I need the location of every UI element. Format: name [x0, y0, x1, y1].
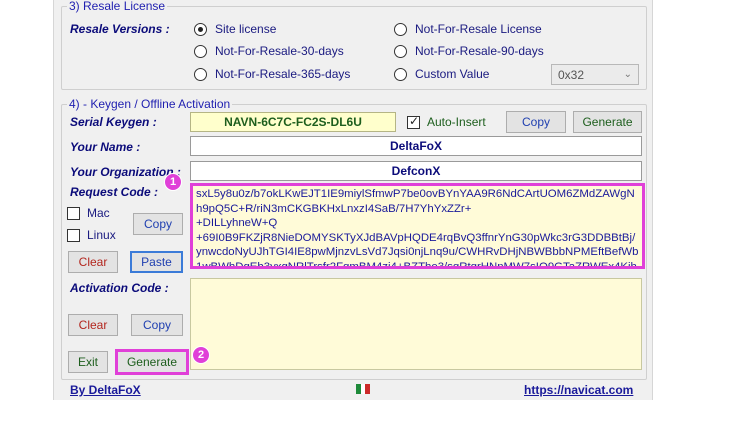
navicat-url-link[interactable]: https://navicat.com: [524, 383, 633, 397]
radio-button[interactable]: [194, 44, 207, 58]
resale-versions-label: Resale Versions :: [70, 22, 170, 36]
radio-label: Not-For-Resale-365-days: [215, 67, 351, 81]
serial-copy-button[interactable]: Copy: [506, 111, 566, 133]
radio-nfr-30-days[interactable]: Not-For-Resale-30-days: [194, 44, 344, 58]
serial-keygen-label: Serial Keygen :: [70, 115, 157, 129]
step-badge-2: 2: [192, 346, 210, 364]
mac-label: Mac: [87, 206, 110, 220]
activation-code-textarea[interactable]: [190, 278, 642, 370]
activation-code-label: Activation Code :: [70, 281, 169, 295]
radio-button-selected[interactable]: [194, 22, 207, 36]
activation-copy-button[interactable]: Copy: [131, 314, 183, 336]
checkbox[interactable]: [67, 206, 80, 220]
author-link[interactable]: By DeltaFoX: [70, 383, 141, 397]
radio-nfr-license[interactable]: Not-For-Resale License: [394, 22, 542, 36]
your-name-field[interactable]: DeltaFoX: [190, 136, 642, 156]
radio-label: Not-For-Resale-90-days: [415, 44, 544, 58]
step-badge-1: 1: [164, 173, 182, 191]
request-code-text: sxL5y8u0z/b7okLKwEJT1IE9miylSfmwP7be0ovB…: [196, 188, 639, 269]
custom-value-text: 0x32: [558, 67, 585, 82]
request-code-textarea[interactable]: sxL5y8u0z/b7okLKwEJT1IE9miylSfmwP7be0ovB…: [190, 183, 645, 269]
checkbox[interactable]: [67, 228, 80, 242]
custom-value-select[interactable]: 0x32 ⌄: [551, 64, 639, 85]
exit-button[interactable]: Exit: [68, 351, 108, 373]
your-organization-field[interactable]: DefconX: [190, 161, 642, 181]
resale-license-title: 3) Resale License: [67, 0, 168, 13]
checkbox-checked[interactable]: [407, 114, 420, 129]
mac-checkbox[interactable]: Mac: [67, 206, 110, 220]
keygen-title: 4) - Keygen / Offline Activation: [67, 97, 233, 111]
radio-label: Not-For-Resale-30-days: [215, 44, 344, 58]
request-paste-button[interactable]: Paste: [130, 251, 183, 273]
activation-clear-button[interactable]: Clear: [68, 314, 118, 336]
radio-custom-value[interactable]: Custom Value: [394, 67, 489, 81]
your-name-label: Your Name :: [70, 140, 141, 154]
radio-button[interactable]: [394, 67, 407, 81]
activation-generate-button[interactable]: Generate: [115, 349, 189, 375]
serial-generate-button[interactable]: Generate: [573, 111, 642, 133]
auto-insert-checkbox[interactable]: Auto-Insert: [407, 114, 486, 129]
serial-keygen-field[interactable]: NAVN-6C7C-FC2S-DL6U: [190, 112, 396, 132]
chevron-down-icon: ⌄: [623, 69, 632, 80]
radio-site-license[interactable]: Site license: [194, 22, 276, 36]
radio-label: Not-For-Resale License: [415, 22, 542, 36]
auto-insert-label: Auto-Insert: [427, 115, 486, 129]
linux-checkbox[interactable]: Linux: [67, 228, 116, 242]
request-code-label: Request Code :: [70, 185, 159, 199]
radio-nfr-365-days[interactable]: Not-For-Resale-365-days: [194, 67, 350, 81]
italy-flag-icon: [356, 384, 371, 394]
radio-button[interactable]: [394, 44, 407, 58]
radio-label: Site license: [215, 22, 277, 36]
radio-button[interactable]: [194, 67, 207, 81]
request-clear-button[interactable]: Clear: [68, 251, 118, 273]
radio-button[interactable]: [394, 22, 407, 36]
linux-label: Linux: [87, 228, 116, 242]
radio-label: Custom Value: [415, 67, 490, 81]
request-copy-button[interactable]: Copy: [133, 213, 183, 235]
radio-nfr-90-days[interactable]: Not-For-Resale-90-days: [394, 44, 544, 58]
